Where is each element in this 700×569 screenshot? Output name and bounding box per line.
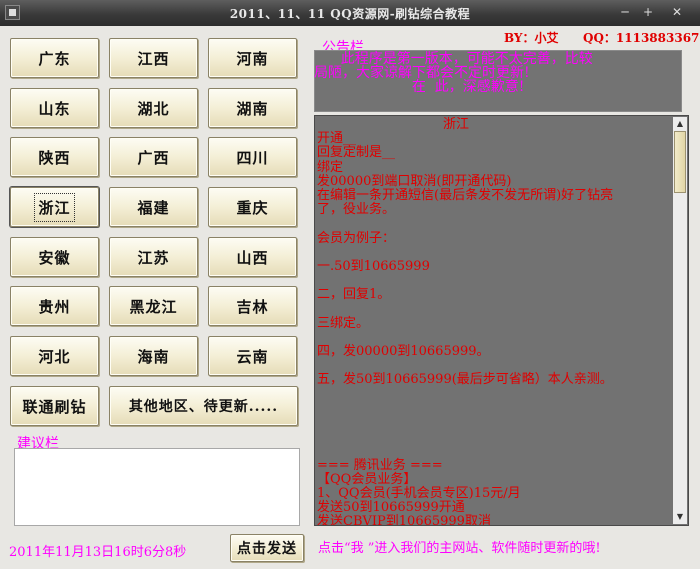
scroll-thumb[interactable] bbox=[674, 131, 686, 193]
content-line: 在编辑一条开通短信(最后条发不发无所谓)好了钻亮 bbox=[317, 187, 614, 203]
content-line: 开通__ bbox=[317, 131, 357, 147]
region-button-label: 湖南 bbox=[236, 99, 269, 118]
region-button[interactable]: 浙江 bbox=[10, 187, 99, 227]
website-link[interactable]: 点击“我 ”进入我们的主网站、软件随时更新的哦! bbox=[318, 537, 601, 556]
close-button[interactable]: ✕ bbox=[660, 3, 694, 21]
datetime-label: 2011年11月13日16时6分8秒 bbox=[9, 545, 187, 560]
content-panel[interactable]: 浙江 开通__ 回复定制是__ 绑定 发00000到端口取消(即开通代码) 在编辑一条开… bbox=[314, 115, 689, 526]
notice-line: 此程序是第一版本，可能不太完善，比较 bbox=[314, 51, 593, 67]
content-line bbox=[317, 388, 673, 402]
region-button-label: 重庆 bbox=[236, 198, 269, 217]
region-button-label: 江西 bbox=[137, 49, 170, 68]
region-button-label: 浙江 bbox=[34, 192, 75, 222]
region-button[interactable]: 江西 bbox=[109, 38, 198, 78]
content-line bbox=[317, 217, 673, 231]
region-button[interactable]: 江苏 bbox=[109, 237, 198, 277]
region-button-label: 四川 bbox=[236, 148, 269, 167]
send-button-label: 点击发送 bbox=[237, 541, 297, 557]
scroll-down-icon[interactable]: ▼ bbox=[673, 510, 687, 524]
content-line: 二，回复1。 bbox=[317, 287, 391, 303]
other-regions-button-label: 其他地区、待更新..... bbox=[128, 399, 279, 415]
content-line bbox=[317, 430, 673, 444]
content-line: 发00000到端口取消(即开通代码) bbox=[317, 173, 512, 189]
region-button[interactable]: 广西 bbox=[109, 137, 198, 177]
region-button[interactable]: 山东 bbox=[10, 88, 99, 128]
notice-line: 在 此，深感歉意! bbox=[314, 79, 525, 95]
content-line bbox=[317, 416, 673, 430]
region-button[interactable]: 吉林 bbox=[208, 286, 297, 326]
region-button[interactable]: 湖北 bbox=[109, 88, 198, 128]
region-button-label: 湖北 bbox=[137, 99, 170, 118]
scroll-up-icon[interactable]: ▲ bbox=[673, 117, 687, 131]
region-button[interactable]: 贵州 bbox=[10, 286, 99, 326]
region-button[interactable]: 湖南 bbox=[208, 88, 297, 128]
region-button[interactable]: 河南 bbox=[208, 38, 297, 78]
region-button-label: 广东 bbox=[38, 49, 71, 68]
region-button-label: 云南 bbox=[236, 347, 269, 366]
content-line: 一.50到10665999 bbox=[317, 258, 430, 274]
unicom-button-label: 联通刷钻 bbox=[22, 397, 87, 416]
region-button-label: 安徽 bbox=[38, 248, 71, 267]
region-button-label: 福建 bbox=[137, 198, 170, 217]
notice-text: 此程序是第一版本，可能不太完善，比较 局陋，大家谅解下都会不定时更新! 在 此，… bbox=[314, 52, 682, 94]
region-button-label: 江苏 bbox=[137, 248, 170, 267]
content-line bbox=[317, 402, 673, 416]
content-title: 浙江 bbox=[443, 117, 470, 132]
content-text: 浙江 开通__ 回复定制是__ 绑定 发00000到端口取消(即开通代码) 在编辑一条开… bbox=[317, 117, 673, 526]
content-line: === 腾讯业务 === bbox=[317, 457, 443, 473]
title-bar[interactable]: 2011、11、11 QQ资源网-刷钻综合教程 ─ + ✕ bbox=[0, 0, 700, 26]
other-regions-button[interactable]: 其他地区、待更新..... bbox=[109, 386, 298, 426]
content-line bbox=[317, 274, 673, 288]
region-button[interactable]: 四川 bbox=[208, 137, 297, 177]
content-line bbox=[317, 444, 673, 458]
region-button-label: 陕西 bbox=[38, 148, 71, 167]
region-button-label: 广西 bbox=[137, 148, 170, 167]
content-line: 五，发50到10665999(最后步可省略）本人亲测。 bbox=[317, 372, 613, 388]
send-button[interactable]: 点击发送 bbox=[230, 534, 304, 562]
unicom-button[interactable]: 联通刷钻 bbox=[10, 386, 99, 426]
content-scrollbar[interactable]: ▲ ▼ bbox=[673, 117, 687, 524]
region-button-label: 贵州 bbox=[38, 297, 71, 316]
region-button-label: 山西 bbox=[236, 248, 269, 267]
notice-line: 局陋，大家谅解下都会不定时更新! bbox=[314, 65, 530, 81]
content-line bbox=[317, 302, 673, 316]
content-line: 回复定制是__ bbox=[317, 145, 396, 161]
region-button-label: 海南 bbox=[137, 347, 170, 366]
author-label: BY：小艾 bbox=[504, 31, 559, 45]
region-button[interactable]: 云南 bbox=[208, 336, 297, 376]
content-line: 1、QQ会员(手机会员专区)15元/月 bbox=[317, 485, 521, 501]
content-line bbox=[317, 246, 673, 260]
region-button[interactable]: 重庆 bbox=[208, 187, 297, 227]
region-button[interactable]: 河北 bbox=[10, 336, 99, 376]
region-button[interactable]: 福建 bbox=[109, 187, 198, 227]
region-button[interactable]: 黑龙江 bbox=[109, 286, 198, 326]
content-line: 【QQ会员业务】 bbox=[317, 471, 417, 487]
region-button[interactable]: 安徽 bbox=[10, 237, 99, 277]
window-title: 2011、11、11 QQ资源网-刷钻综合教程 bbox=[229, 7, 471, 21]
region-button[interactable]: 山西 bbox=[208, 237, 297, 277]
region-button-label: 吉林 bbox=[236, 297, 269, 316]
region-button[interactable]: 陕西 bbox=[10, 137, 99, 177]
region-button-label: 河南 bbox=[236, 49, 269, 68]
region-button-label: 山东 bbox=[38, 99, 71, 118]
content-line: 了，役业务。 bbox=[317, 202, 396, 218]
content-line: 会员为例子： bbox=[317, 230, 396, 246]
minimize-button[interactable]: ─ bbox=[614, 3, 636, 21]
content-line bbox=[317, 331, 673, 345]
content-line: 四，发00000到10665999。 bbox=[317, 344, 490, 359]
content-line: 发送CBVIP到10665999取消 bbox=[317, 514, 491, 526]
region-button[interactable]: 海南 bbox=[109, 336, 198, 376]
main-window: 2011、11、11 QQ资源网-刷钻综合教程 ─ + ✕ 广东 江西 河南山东 湖北… bbox=[0, 0, 700, 569]
content-line: 三绑定。 bbox=[317, 315, 370, 331]
qq-label: QQ：1113883367 bbox=[583, 31, 700, 45]
maximize-button[interactable]: + bbox=[637, 3, 659, 21]
suggest-input[interactable] bbox=[14, 448, 300, 526]
content-line: 绑定 bbox=[317, 159, 344, 175]
region-button-label: 河北 bbox=[38, 347, 71, 366]
region-button[interactable]: 广东 bbox=[10, 38, 99, 78]
region-button-label: 黑龙江 bbox=[129, 297, 178, 316]
